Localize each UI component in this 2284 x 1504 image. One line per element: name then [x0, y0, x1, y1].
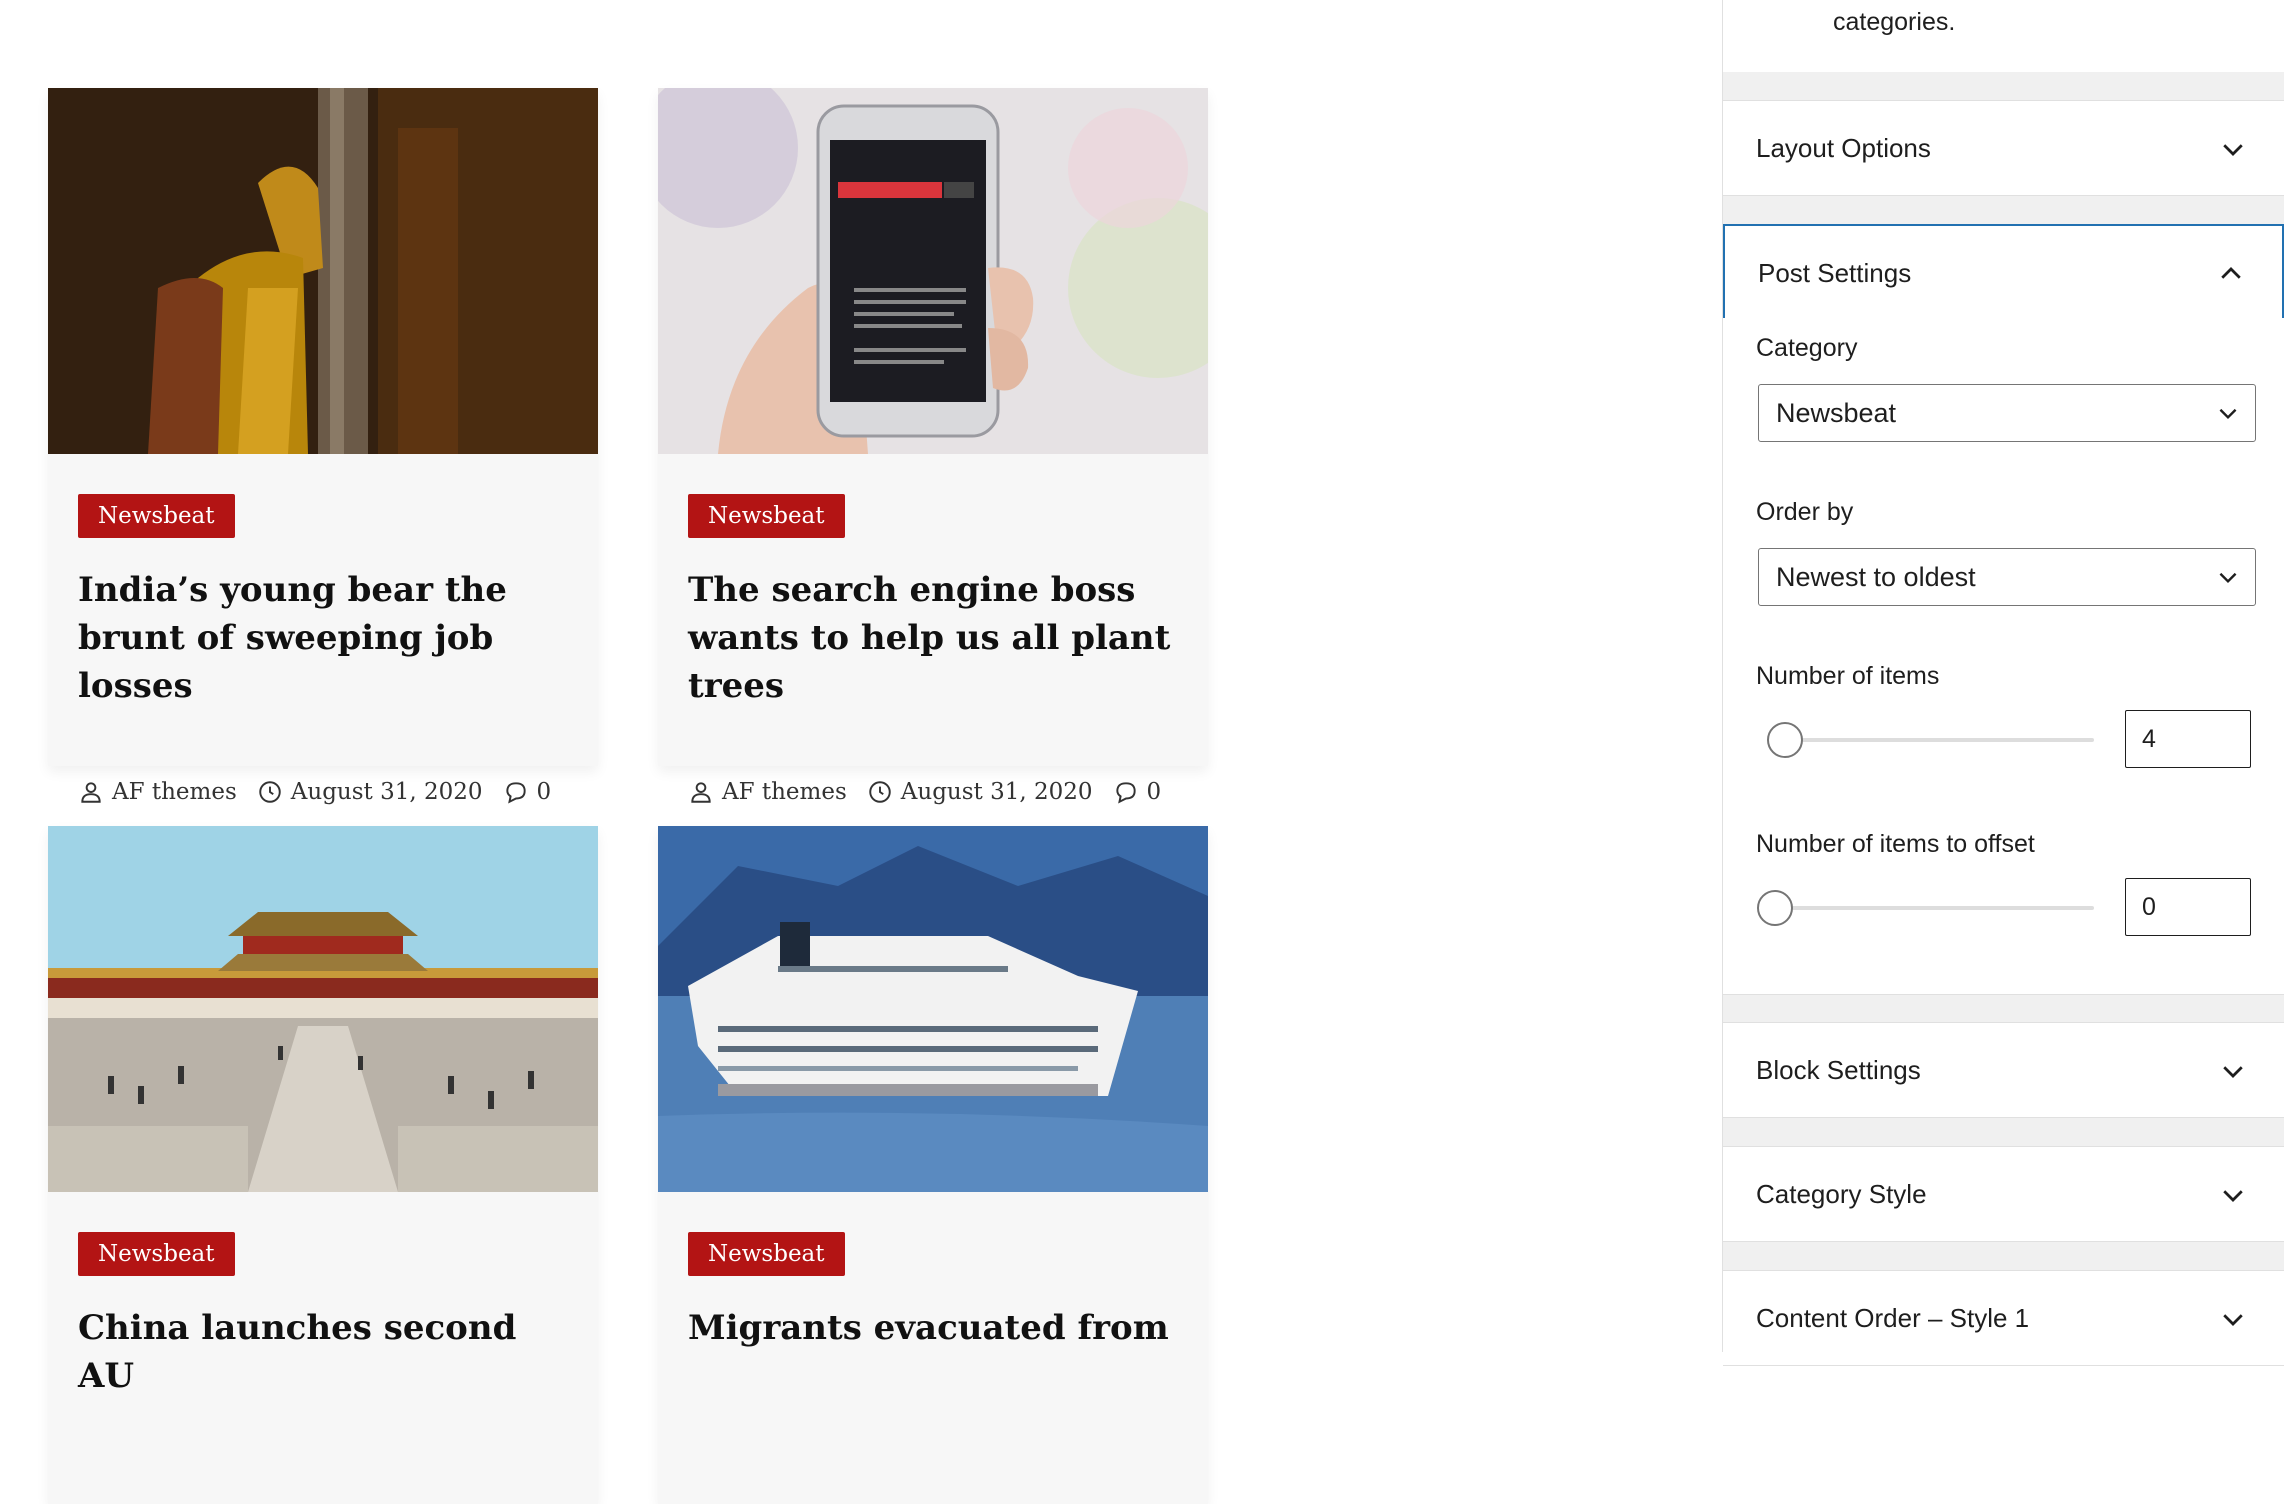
orderby-label: Order by — [1756, 498, 1854, 526]
post-title[interactable]: The search engine boss wants to help us … — [688, 566, 1188, 710]
post-thumbnail[interactable] — [658, 826, 1208, 1192]
category-select[interactable]: Newsbeat — [1758, 384, 2256, 442]
items-number-input[interactable]: 4 — [2125, 710, 2251, 768]
hand-holding-phone-image — [658, 88, 1208, 454]
category-badge[interactable]: Newsbeat — [78, 494, 235, 538]
items-range-track[interactable] — [1770, 738, 2094, 742]
comments-meta[interactable]: 0 — [1113, 779, 1162, 805]
post-title[interactable]: Migrants evacuated from — [688, 1304, 1188, 1352]
chevron-down-icon — [2215, 400, 2241, 426]
forbidden-city-image — [48, 826, 598, 1192]
woman-in-yellow-sari-image — [48, 88, 598, 454]
author-name[interactable]: AF themes — [112, 779, 237, 805]
category-badge[interactable]: Newsbeat — [688, 494, 845, 538]
offset-number-value: 0 — [2142, 893, 2156, 921]
comments-meta[interactable]: 0 — [503, 779, 552, 805]
date-meta: August 31, 2020 — [257, 779, 483, 805]
block-description: categories. — [1723, 0, 2284, 72]
category-badge[interactable]: Newsbeat — [78, 1232, 235, 1276]
orderby-select-value: Newest to oldest — [1776, 562, 1976, 592]
description-text: categories. — [1833, 8, 1956, 36]
offset-label: Number of items to offset — [1756, 830, 2035, 858]
chevron-down-icon[interactable] — [2218, 1180, 2248, 1210]
comment-icon — [1113, 779, 1139, 805]
panel-category-style[interactable]: Category Style — [1723, 1146, 2284, 1242]
clock-icon — [257, 779, 283, 805]
offset-number-input[interactable]: 0 — [2125, 878, 2251, 936]
items-range-handle[interactable] — [1767, 722, 1803, 758]
author-meta[interactable]: AF themes — [688, 779, 847, 805]
author-name[interactable]: AF themes — [722, 779, 847, 805]
post-settings-body: Category Newsbeat Order by Newest to old… — [1723, 318, 2284, 995]
post-card[interactable]: Newsbeat India’s young bear the brunt of… — [48, 88, 598, 805]
comment-count[interactable]: 0 — [1147, 779, 1162, 805]
post-date: August 31, 2020 — [900, 779, 1093, 805]
post-card[interactable]: Newsbeat China launches second AU — [48, 826, 598, 1504]
chevron-up-icon[interactable] — [2216, 259, 2246, 289]
post-card[interactable]: Newsbeat Migrants evacuated from — [658, 826, 1208, 1504]
panel-title: Layout Options — [1756, 133, 1931, 163]
post-date: August 31, 2020 — [290, 779, 483, 805]
chevron-down-icon[interactable] — [2218, 1304, 2248, 1334]
author-meta[interactable]: AF themes — [78, 779, 237, 805]
panel-post-settings[interactable]: Post Settings — [1723, 224, 2284, 320]
category-badge[interactable]: Newsbeat — [688, 1232, 845, 1276]
comment-count[interactable]: 0 — [537, 779, 552, 805]
panel-title: Category Style — [1756, 1179, 1927, 1209]
category-label: Category — [1756, 334, 1858, 362]
panel-block-settings[interactable]: Block Settings — [1723, 1022, 2284, 1118]
panel-title: Post Settings — [1758, 258, 1912, 288]
chevron-down-icon — [2215, 564, 2241, 590]
offset-range-handle[interactable] — [1757, 890, 1793, 926]
chevron-down-icon[interactable] — [2218, 1056, 2248, 1086]
user-icon — [78, 779, 104, 805]
post-thumbnail[interactable] — [48, 826, 598, 1192]
items-number-value: 4 — [2142, 725, 2156, 753]
panel-title: Block Settings — [1756, 1055, 1921, 1085]
panel-layout-options[interactable]: Layout Options — [1723, 100, 2284, 196]
cruise-ship-image — [658, 826, 1208, 1192]
chevron-down-icon[interactable] — [2218, 134, 2248, 164]
panel-title: Content Order – Style 1 — [1756, 1303, 2030, 1333]
post-meta: AF themes August 31, 2020 0 — [688, 774, 1181, 810]
items-label: Number of items — [1756, 662, 1940, 690]
post-title[interactable]: India’s young bear the brunt of sweeping… — [78, 566, 578, 710]
date-meta: August 31, 2020 — [867, 779, 1093, 805]
post-thumbnail[interactable] — [48, 88, 598, 454]
clock-icon — [867, 779, 893, 805]
orderby-select[interactable]: Newest to oldest — [1758, 548, 2256, 606]
user-icon — [688, 779, 714, 805]
post-meta: AF themes August 31, 2020 0 — [78, 774, 571, 810]
post-card[interactable]: Newsbeat The search engine boss wants to… — [658, 88, 1208, 805]
editor-canvas: Newsbeat India’s young bear the brunt of… — [0, 0, 1722, 1504]
offset-range-track[interactable] — [1770, 906, 2094, 910]
post-thumbnail[interactable] — [658, 88, 1208, 454]
post-title[interactable]: China launches second AU — [78, 1304, 578, 1400]
comment-icon — [503, 779, 529, 805]
category-select-value: Newsbeat — [1776, 398, 1897, 428]
